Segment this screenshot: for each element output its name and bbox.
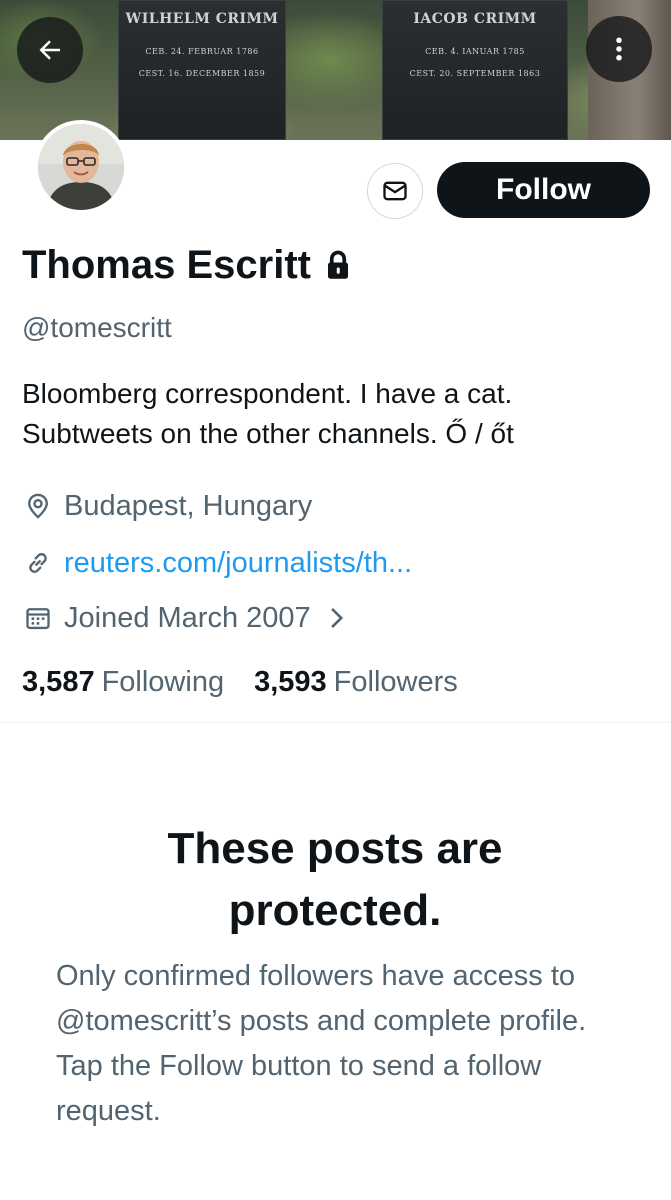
- protected-posts-message: Only confirmed followers have access to …: [56, 960, 587, 1127]
- avatar-photo: [38, 124, 124, 210]
- gravestone-left-name: WILHELM CRIMM: [125, 11, 279, 27]
- followers-count: 3,593: [254, 665, 327, 698]
- profile-location: Budapest, Hungary: [22, 486, 312, 526]
- bio-line: Bloomberg correspondent. I have a cat.: [22, 378, 513, 409]
- gravestone-left-death: CEST. 16. DECEMBER 1859: [138, 69, 266, 78]
- protected-posts-title: These posts are protected.: [100, 818, 570, 942]
- gravestone-right-death: CEST. 20. SEPTEMBER 1863: [409, 69, 541, 78]
- message-button[interactable]: [367, 163, 423, 219]
- lock-icon: [325, 250, 351, 280]
- gravestone-right-name: IACOB CRIMM: [413, 11, 537, 27]
- arrow-left-icon: [39, 40, 60, 60]
- avatar[interactable]: [34, 120, 128, 214]
- profile-website[interactable]: reuters.com/journalists/th...: [22, 543, 412, 583]
- chevron-right-icon: [327, 605, 345, 631]
- bio-line: Subtweets on the other channels. Ő / őt: [22, 418, 514, 449]
- back-button[interactable]: [17, 17, 83, 83]
- display-name: Thomas Escritt: [22, 242, 311, 287]
- follow-button[interactable]: Follow: [437, 162, 650, 218]
- followers-stat[interactable]: 3,593 Followers: [254, 666, 458, 699]
- joined-text: Joined March 2007: [64, 601, 311, 634]
- profile-name-row: Thomas Escritt: [22, 240, 351, 290]
- following-count: 3,587: [22, 665, 95, 698]
- profile-bio: Bloomberg correspondent. I have a cat. S…: [22, 374, 662, 454]
- followers-label: Followers: [333, 665, 458, 698]
- banner-gravestone-right: IACOB CRIMM CEB. 4. IANUAR 1785 CEST. 20…: [382, 0, 568, 140]
- banner-gravestone-left: WILHELM CRIMM CEB. 24. FEBRUAR 1786 CEST…: [118, 0, 286, 140]
- gravestone-left-birth: CEB. 24. FEBRUAR 1786: [145, 47, 259, 56]
- protected-title-line: These posts are: [167, 824, 503, 873]
- protected-title-line: protected.: [228, 886, 442, 935]
- following-label: Following: [101, 665, 225, 698]
- envelope-icon: [383, 181, 407, 201]
- location-text: Budapest, Hungary: [64, 489, 313, 522]
- section-divider: [0, 722, 671, 723]
- profile-banner[interactable]: WILHELM CRIMM CEB. 24. FEBRUAR 1786 CEST…: [0, 0, 671, 140]
- gravestone-right-birth: CEB. 4. IANUAR 1785: [425, 47, 525, 56]
- following-stat[interactable]: 3,587 Following: [22, 666, 224, 699]
- profile-stats: 3,587 Following 3,593 Followers: [22, 662, 458, 702]
- profile-joined[interactable]: Joined March 2007: [22, 598, 345, 638]
- banner-foliage: [0, 0, 671, 140]
- location-pin-icon: [22, 490, 54, 522]
- vertical-ellipsis-icon: [616, 37, 622, 61]
- more-options-button[interactable]: [586, 16, 652, 82]
- link-icon: [22, 547, 54, 579]
- website-link[interactable]: reuters.com/journalists/th...: [64, 547, 412, 580]
- calendar-icon: [22, 602, 54, 634]
- profile-handle: @tomescritt: [22, 312, 172, 343]
